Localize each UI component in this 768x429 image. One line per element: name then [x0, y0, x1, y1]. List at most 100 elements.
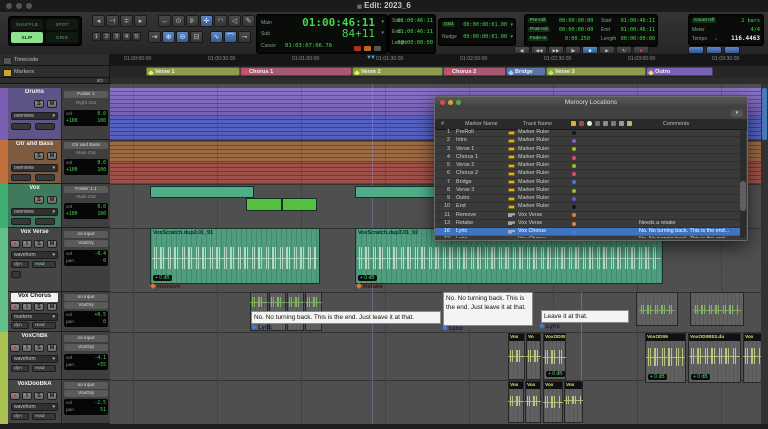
smart-tool-button[interactable]: ✛ [200, 15, 213, 27]
volume-readout[interactable]: -4.1 [94, 355, 106, 362]
lyric-note-1[interactable]: No. No turning back. This is the end. Ju… [251, 311, 441, 324]
sub-counter-value[interactable]: 84+11 [342, 27, 375, 40]
memory-location-row[interactable]: 2IntroMarker Ruler [435, 137, 740, 145]
record-enable-button[interactable]: ● [10, 344, 20, 352]
automation-mode-selector[interactable] [11, 174, 31, 181]
pencil-tool-button[interactable]: ✎ [242, 15, 255, 27]
clip-gain-badge[interactable]: + 0 dB [546, 371, 565, 377]
selection-length-value[interactable]: 00:00:00:00 [397, 40, 433, 46]
post-roll-label[interactable]: Post-roll [528, 27, 550, 32]
memory-location-row[interactable]: 8Verse 3Marker Ruler [435, 187, 740, 195]
nudge-dropdown-icon[interactable]: ▾ [510, 34, 513, 40]
track-view-selector[interactable]: waveform▾ [11, 251, 58, 259]
column-track-name[interactable]: Track Name [523, 119, 552, 129]
mute-button[interactable]: M [47, 392, 57, 400]
edit-cursor-icon[interactable]: ▼▼ [366, 55, 374, 61]
zoom-window-icon[interactable] [456, 100, 461, 105]
mute-button[interactable]: M [47, 240, 57, 248]
selector-tool-button[interactable]: ⊙ [172, 15, 185, 27]
nudge-value[interactable]: 00:00:00:01.00 [463, 34, 507, 40]
pan-right-readout[interactable]: 100 [97, 167, 106, 174]
scrubber-tool-button[interactable]: ◠ [214, 15, 227, 27]
volume-readout[interactable]: 0.0 [97, 160, 106, 167]
track-marker-remove[interactable]: Remove [151, 284, 180, 290]
main-counter-dropdown-icon[interactable]: ▾ [381, 19, 384, 25]
memory-location-row[interactable]: 7BridgeMarker Ruler [435, 179, 740, 187]
solo-button[interactable]: S [34, 100, 44, 108]
memory-location-row[interactable]: 5Verse 2Marker Ruler [435, 162, 740, 170]
pan-left-readout[interactable]: +100 [66, 167, 78, 174]
track-name[interactable]: Vox [11, 185, 58, 194]
count-off-label[interactable]: Count Off [692, 18, 716, 23]
track-options-selector[interactable] [35, 174, 55, 181]
track-marker-retake[interactable]: Retake [357, 284, 383, 290]
track-marker-lyric[interactable]: Lyric [540, 324, 560, 330]
clip-gain-badge[interactable]: + 0 dB [648, 374, 667, 380]
track-header-gtr-and-bass[interactable]: Gtr and Bass S M overview▾ [8, 140, 62, 184]
input-path[interactable]: no input [64, 382, 108, 389]
post-roll-value[interactable]: 00:00:00:00 [559, 27, 593, 33]
zoom-out-button[interactable]: ⊖ [176, 31, 189, 43]
column-marker-name[interactable]: Marker Name [465, 119, 498, 129]
memory-options-dropdown[interactable]: ▾ [731, 110, 743, 117]
scrollbar-thumb[interactable] [762, 88, 767, 140]
marker-pill-verse1[interactable]: Verse 1 [146, 67, 240, 76]
audition-tool-button[interactable]: ◁ [228, 15, 241, 27]
track-name[interactable]: Drums [11, 89, 58, 98]
input-monitor-button[interactable]: I [22, 240, 32, 248]
track-name[interactable]: Gtr and Bass [11, 141, 58, 150]
mute-button[interactable]: M [47, 100, 57, 108]
meter-value[interactable]: 4/4 [751, 27, 760, 33]
output-path[interactable]: VoxDry [64, 240, 108, 247]
memory-location-row[interactable]: 11RemoveVox Verse [435, 212, 740, 220]
grid-dropdown-icon[interactable]: ▾ [510, 22, 513, 28]
track-header-vox-verse[interactable]: Vox Verse ● I S M waveform▾ dyn read [8, 228, 62, 292]
clip-gain-badge[interactable]: + 0 dB [691, 374, 710, 380]
chbk-clip[interactable]: Vo [526, 333, 541, 380]
track-name[interactable]: Vox Chorus [11, 293, 58, 302]
track-options-selector[interactable] [35, 123, 55, 130]
elastic-audio-selector[interactable]: dyn [11, 365, 29, 372]
track-header-vox[interactable]: Vox S M overview▾ [8, 184, 62, 228]
scrollbar-thumb[interactable] [740, 181, 746, 211]
memory-location-row[interactable]: 12LyricVox ChorusNo. No turning back. Th… [435, 236, 740, 238]
automation-mode-selector[interactable] [11, 123, 31, 130]
memory-location-row[interactable]: 10EndMarker Ruler [435, 203, 740, 211]
marker-pill-chorus2[interactable]: Chorus 2 [443, 67, 506, 76]
pan-readout[interactable]: 51 [100, 407, 106, 414]
vertical-scrollbar[interactable] [761, 84, 768, 429]
volume-readout[interactable]: 0.0 [97, 204, 106, 211]
output-path[interactable]: VoxGrp [64, 344, 108, 351]
memory-location-row-selected[interactable]: 16LyricVox ChorusNo. No turning back. Th… [435, 228, 740, 236]
lyric-note-3[interactable]: Leave it at that. [541, 310, 629, 323]
pre-roll-label[interactable]: Pre-roll [528, 18, 547, 23]
chbk-clip[interactable]: Vox [743, 333, 762, 383]
doobka-clip[interactable]: Vox [508, 381, 524, 423]
rewind-button[interactable]: ◀◀ [531, 46, 547, 54]
pan-readout[interactable]: 0 [103, 258, 106, 265]
zoom-vertical-button[interactable]: ≑ [120, 15, 133, 27]
memory-location-row[interactable]: 13RetakeVox VerseNeeds a retake [435, 220, 740, 228]
chbk-clip[interactable]: VoxOD0B03.du + 0 dB [688, 333, 741, 383]
trim-tool-button[interactable]: ↔ [158, 15, 171, 27]
input-path[interactable]: no input [64, 335, 108, 342]
column-number[interactable]: # [441, 119, 444, 129]
marker-pill-outro[interactable]: Outro [646, 67, 713, 76]
track-view-selector[interactable]: waveform▾ [11, 355, 58, 363]
fade-in-value[interactable]: 0:00.250 [565, 36, 590, 42]
return-to-zero-button[interactable]: ◀| [514, 46, 530, 54]
input-path[interactable]: Folder 1 [64, 91, 108, 98]
doobka-clip[interactable]: Vox [543, 381, 563, 423]
link-timeline-selection-button[interactable]: ∿ [210, 31, 223, 43]
track-header-drums[interactable]: Drums S M overview▾ [8, 88, 62, 140]
track-marker-lyric[interactable]: Lyric [252, 325, 272, 331]
automation-mode-selector[interactable]: read [32, 322, 56, 329]
memory-scrollbar[interactable] [740, 129, 746, 238]
input-monitor-button[interactable]: I [22, 392, 32, 400]
link-track-selection-button[interactable]: ⌒ [224, 31, 237, 43]
selection-end-value[interactable]: 01:00:46:11 [397, 29, 433, 35]
play-button[interactable]: ▶ [599, 46, 615, 54]
stop-button[interactable]: ■ [582, 46, 598, 54]
vox-overview-clip[interactable] [150, 186, 254, 198]
zoom-preset-3-button[interactable]: 3 [112, 32, 121, 41]
